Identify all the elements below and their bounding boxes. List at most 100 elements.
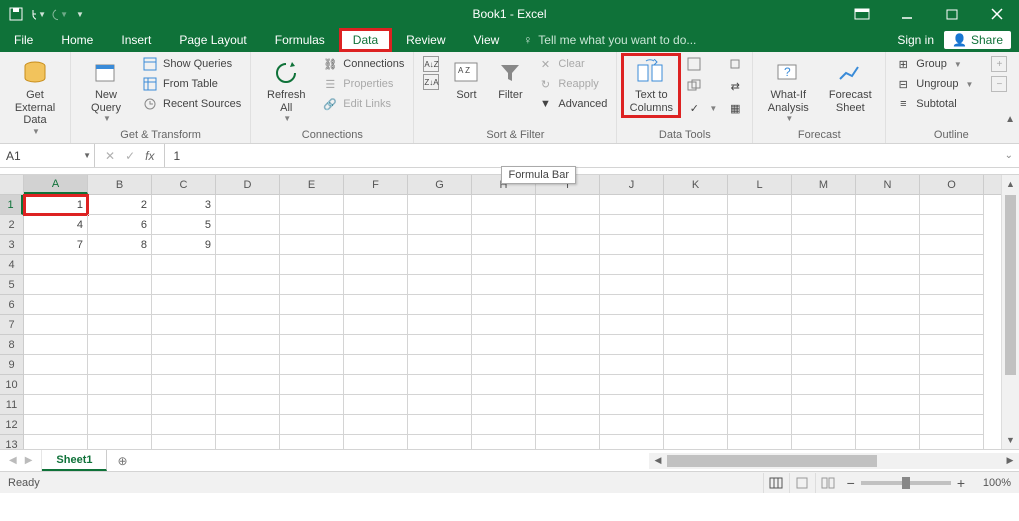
cell[interactable] bbox=[792, 395, 856, 415]
cell[interactable] bbox=[536, 435, 600, 449]
cell[interactable] bbox=[536, 395, 600, 415]
cell[interactable] bbox=[280, 375, 344, 395]
cell[interactable] bbox=[216, 435, 280, 449]
cell[interactable] bbox=[728, 375, 792, 395]
row-header[interactable]: 13 bbox=[0, 435, 23, 449]
cell[interactable] bbox=[152, 295, 216, 315]
hscroll-thumb[interactable] bbox=[667, 455, 877, 467]
cell[interactable] bbox=[472, 255, 536, 275]
connections-button[interactable]: ⛓Connections bbox=[319, 55, 407, 73]
cell[interactable] bbox=[216, 395, 280, 415]
cell[interactable] bbox=[152, 355, 216, 375]
cell[interactable] bbox=[408, 235, 472, 255]
cell[interactable] bbox=[344, 335, 408, 355]
manage-model-button[interactable]: ▦ bbox=[724, 99, 746, 117]
row-header[interactable]: 4 bbox=[0, 255, 23, 275]
qat-customize-icon[interactable]: ▼ bbox=[76, 10, 84, 19]
cell[interactable] bbox=[472, 235, 536, 255]
sheet-tab[interactable]: Sheet1 bbox=[42, 450, 107, 471]
cell[interactable] bbox=[728, 235, 792, 255]
cell[interactable] bbox=[792, 355, 856, 375]
cell[interactable] bbox=[856, 395, 920, 415]
cell[interactable] bbox=[344, 295, 408, 315]
select-all-button[interactable] bbox=[0, 175, 24, 195]
hide-detail-button[interactable]: − bbox=[988, 75, 1010, 93]
subtotal-button[interactable]: ≡Subtotal bbox=[892, 95, 976, 113]
cell[interactable] bbox=[536, 315, 600, 335]
cell[interactable]: 9 bbox=[152, 235, 216, 255]
cell[interactable] bbox=[216, 215, 280, 235]
tab-file[interactable]: File bbox=[0, 28, 47, 52]
tab-home[interactable]: Home bbox=[47, 28, 107, 52]
cell[interactable]: 1 bbox=[24, 195, 88, 215]
cell[interactable]: 7 bbox=[24, 235, 88, 255]
row-header[interactable]: 2 bbox=[0, 215, 23, 235]
cell[interactable] bbox=[472, 355, 536, 375]
cell[interactable] bbox=[344, 275, 408, 295]
cell[interactable] bbox=[792, 435, 856, 449]
tab-view[interactable]: View bbox=[460, 28, 514, 52]
cell[interactable] bbox=[600, 255, 664, 275]
forecast-sheet-button[interactable]: Forecast Sheet bbox=[821, 55, 879, 116]
cell[interactable] bbox=[536, 415, 600, 435]
ungroup-button[interactable]: ⊟Ungroup ▼ bbox=[892, 75, 976, 93]
cell[interactable] bbox=[216, 335, 280, 355]
cell[interactable] bbox=[664, 275, 728, 295]
scroll-left-icon[interactable]: ◀ bbox=[649, 455, 667, 466]
tab-page-layout[interactable]: Page Layout bbox=[165, 28, 260, 52]
cell[interactable] bbox=[152, 395, 216, 415]
cell[interactable] bbox=[856, 215, 920, 235]
cell[interactable] bbox=[344, 375, 408, 395]
cell[interactable] bbox=[600, 295, 664, 315]
edit-links-button[interactable]: 🔗Edit Links bbox=[319, 95, 407, 113]
cell[interactable] bbox=[536, 255, 600, 275]
cell[interactable] bbox=[88, 355, 152, 375]
close-icon[interactable] bbox=[974, 0, 1019, 28]
page-break-view-button[interactable] bbox=[815, 473, 841, 493]
cell[interactable]: 2 bbox=[88, 195, 152, 215]
new-sheet-button[interactable]: ⊕ bbox=[107, 450, 137, 471]
clear-button[interactable]: ✕Clear bbox=[534, 55, 610, 73]
column-header[interactable]: M bbox=[792, 175, 856, 194]
column-header[interactable]: F bbox=[344, 175, 408, 194]
cell[interactable] bbox=[536, 235, 600, 255]
cell[interactable] bbox=[920, 275, 984, 295]
cell[interactable] bbox=[728, 415, 792, 435]
zoom-level[interactable]: 100% bbox=[971, 477, 1011, 489]
remove-duplicates-button[interactable] bbox=[683, 77, 720, 95]
cell[interactable] bbox=[408, 195, 472, 215]
cell[interactable] bbox=[600, 275, 664, 295]
cell[interactable] bbox=[472, 295, 536, 315]
cell[interactable] bbox=[792, 215, 856, 235]
enter-icon[interactable]: ✓ bbox=[125, 149, 135, 163]
row-header[interactable]: 3 bbox=[0, 235, 23, 255]
zoom-out-button[interactable]: − bbox=[847, 475, 855, 491]
cell[interactable] bbox=[792, 415, 856, 435]
cell[interactable]: 6 bbox=[88, 215, 152, 235]
cell[interactable] bbox=[600, 215, 664, 235]
cell[interactable] bbox=[600, 195, 664, 215]
cell[interactable] bbox=[920, 215, 984, 235]
cell[interactable] bbox=[344, 255, 408, 275]
cell[interactable] bbox=[728, 315, 792, 335]
cell[interactable] bbox=[88, 315, 152, 335]
cell[interactable] bbox=[216, 235, 280, 255]
cell[interactable] bbox=[280, 355, 344, 375]
cell[interactable] bbox=[344, 355, 408, 375]
row-header[interactable]: 12 bbox=[0, 415, 23, 435]
cell[interactable] bbox=[600, 315, 664, 335]
cell[interactable] bbox=[600, 395, 664, 415]
cell[interactable] bbox=[536, 355, 600, 375]
cell[interactable] bbox=[408, 295, 472, 315]
sign-in-link[interactable]: Sign in bbox=[897, 33, 934, 47]
cell[interactable] bbox=[728, 215, 792, 235]
row-header[interactable]: 9 bbox=[0, 355, 23, 375]
cell[interactable] bbox=[88, 435, 152, 449]
row-header[interactable]: 6 bbox=[0, 295, 23, 315]
properties-button[interactable]: ☰Properties bbox=[319, 75, 407, 93]
cell[interactable] bbox=[408, 215, 472, 235]
cell[interactable] bbox=[152, 335, 216, 355]
column-header[interactable]: G bbox=[408, 175, 472, 194]
column-header[interactable]: C bbox=[152, 175, 216, 194]
cell[interactable] bbox=[664, 235, 728, 255]
